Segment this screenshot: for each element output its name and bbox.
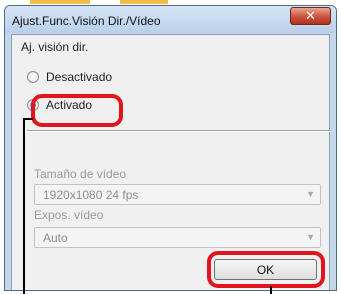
movie-size-value: 1920x1080 24 fps [43,188,139,202]
chevron-down-icon: ▼ [306,232,315,242]
close-icon: ✕ [305,8,316,23]
movie-size-label: Tamaño de vídeo [34,167,127,181]
movie-exposure-select: Auto ▼ [34,227,321,248]
top-tab-stub-left [30,0,90,4]
highlight-ok [207,251,325,288]
highlight-activated [31,94,123,127]
radio-option-disabled[interactable]: Desactivado [27,70,112,84]
chevron-down-icon: ▼ [306,189,315,199]
radio-disabled-button[interactable] [27,71,39,83]
movie-exposure-label: Expos. vídeo [34,208,104,222]
movie-size-select: 1920x1080 24 fps ▼ [34,184,321,205]
close-button[interactable]: ✕ [290,7,331,25]
window-title: Ajust.Func.Visión Dir./Vídeo [12,14,161,28]
top-tab-stub-right [120,0,168,4]
section-divider [27,130,331,132]
callout-line-right [270,286,272,294]
live-view-setting-label: Aj. visión dir. [21,40,89,54]
title-bar[interactable]: Ajust.Func.Visión Dir./Vídeo ✕ [5,6,336,33]
movie-exposure-value: Auto [43,231,68,245]
radio-disabled-label: Desactivado [46,70,113,84]
callout-line-left [23,118,25,294]
